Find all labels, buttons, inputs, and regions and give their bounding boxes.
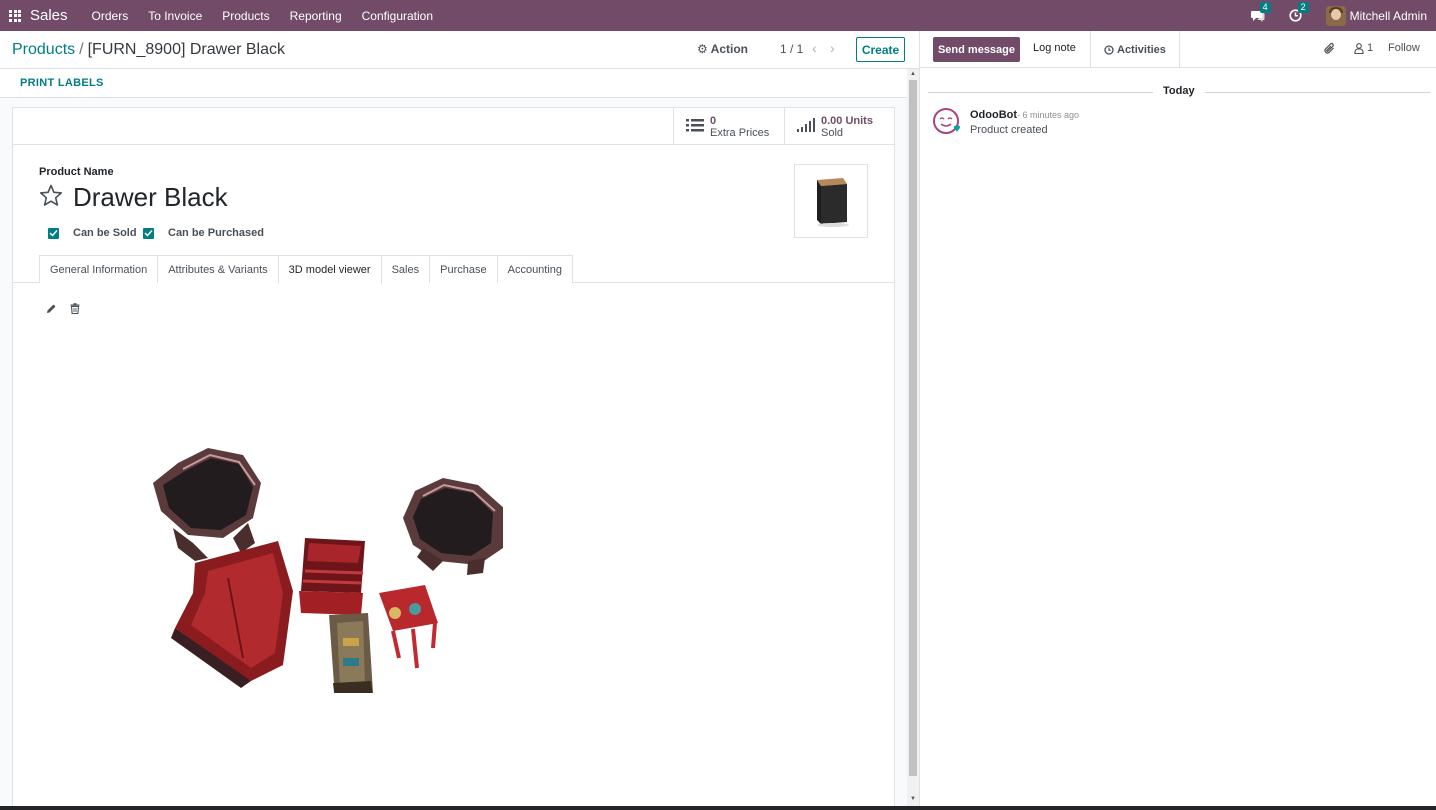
action-label: Action [710,42,748,56]
menu-to-invoice[interactable]: To Invoice [138,9,212,23]
chatter-message: OdooBot - 6 minutes ago Product created [932,107,1422,147]
tab-3d-model-viewer[interactable]: 3D model viewer [277,255,382,284]
extra-prices-label: Extra Prices [710,126,770,139]
activities-button[interactable]: Activities [1090,31,1180,68]
form-scrollbar[interactable]: ▲ ▼ [907,69,919,810]
print-labels-button[interactable]: PRINT LABELS [20,77,104,89]
tab-attributes-variants[interactable]: Attributes & Variants [157,255,279,283]
paperclip-icon[interactable] [1324,42,1336,58]
control-panel: Products / [FURN_8900] Drawer Black ⚙ Acti… [0,31,919,69]
create-button[interactable]: Create [856,37,905,62]
clock-icon [1104,44,1114,55]
user-avatar[interactable] [1325,5,1346,26]
scroll-thumb[interactable] [909,80,917,776]
tab-accounting[interactable]: Accounting [496,255,574,283]
can-be-sold-row: Can be Sold [48,227,137,239]
favorite-star-icon[interactable] [39,184,63,210]
pager-value[interactable]: 1 / 1 [780,42,803,56]
tab-sales[interactable]: Sales [380,255,431,283]
can-be-purchased-label: Can be Purchased [168,227,264,239]
menu-products[interactable]: Products [212,9,279,23]
followers-button[interactable]: 1 [1354,42,1373,54]
can-be-purchased-checkbox[interactable] [143,227,154,239]
message-author[interactable]: OdooBot [970,109,1017,121]
pager-previous-icon[interactable]: ‹ [812,40,817,56]
breadcrumb-current: [FURN_8900] Drawer Black [87,41,285,58]
apps-menu-icon[interactable] [0,0,30,31]
can-be-sold-checkbox[interactable] [48,227,59,239]
notebook-tabs: General Information Attributes & Variant… [39,255,574,284]
3d-model-render[interactable] [133,443,505,701]
follow-button[interactable]: Follow [1388,42,1420,54]
can-be-purchased-row: Can be Purchased [143,227,264,239]
list-icon [686,118,704,136]
tab-general-information[interactable]: General Information [39,255,159,283]
app-name[interactable]: Sales [30,7,68,24]
product-name-label: Product Name [39,166,114,178]
smart-button-box: 0 Extra Prices 0.00 Units Sold [13,108,894,145]
user-icon [1354,42,1364,54]
chatter-topbar: Send message Log note Activities 1 Follo… [920,31,1436,68]
scroll-down-arrow-icon[interactable]: ▼ [910,796,916,802]
units-sold-value: 0.00 Units [821,114,873,127]
form-sheet: 0 Extra Prices 0.00 Units Sold Product N… [12,107,895,810]
activity-clock-icon[interactable]: 2 [1288,1,1309,24]
activities-badge: 2 [1297,1,1309,13]
breadcrumb: Products / [FURN_8900] Drawer Black [12,41,285,59]
message-body: Product created [970,124,1048,136]
breadcrumb-products-link[interactable]: Products [12,41,75,58]
action-button[interactable]: ⚙ Action [697,42,748,56]
date-separator: Today [920,85,1436,99]
bottom-border [0,806,1436,810]
trash-icon[interactable] [70,303,80,317]
separator-line-right [1205,92,1430,93]
tab-purchase[interactable]: Purchase [429,255,498,283]
messages-badge: 4 [1259,1,1271,13]
form-statusbar: PRINT LABELS [0,69,919,98]
message-timestamp: - 6 minutes ago [1017,110,1080,120]
separator-line-left [928,92,1153,93]
menu-configuration[interactable]: Configuration [352,9,443,23]
user-name[interactable]: Mitchell Admin [1350,9,1427,23]
scroll-up-arrow-icon[interactable]: ▲ [910,71,916,77]
chatter-panel: Send message Log note Activities 1 Follo… [919,31,1436,810]
odoobot-avatar[interactable] [932,107,960,135]
can-be-sold-label: Can be Sold [73,227,137,239]
gear-icon: ⚙ [697,42,708,56]
menu-orders[interactable]: Orders [82,9,139,23]
product-image[interactable] [794,164,868,238]
units-sold-button[interactable]: 0.00 Units Sold [784,108,894,145]
send-message-button[interactable]: Send message [933,37,1020,62]
signal-bars-icon [797,118,815,135]
extra-prices-button[interactable]: 0 Extra Prices [673,108,784,145]
followers-count: 1 [1367,42,1374,54]
product-name-field[interactable]: Drawer Black [73,182,228,213]
activities-label: Activities [1117,43,1166,56]
date-separator-label: Today [1163,85,1195,97]
pager-next-icon[interactable]: › [830,40,835,56]
menu-reporting[interactable]: Reporting [280,9,352,23]
messaging-icon[interactable]: 4 [1250,1,1271,24]
top-navbar: Sales Orders To Invoice Products Reporti… [0,0,1436,31]
breadcrumb-separator: / [79,41,84,58]
units-sold-label: Sold [821,126,844,139]
pencil-icon[interactable] [46,303,57,317]
extra-prices-value: 0 [710,114,717,127]
log-note-button[interactable]: Log note [1033,42,1076,54]
